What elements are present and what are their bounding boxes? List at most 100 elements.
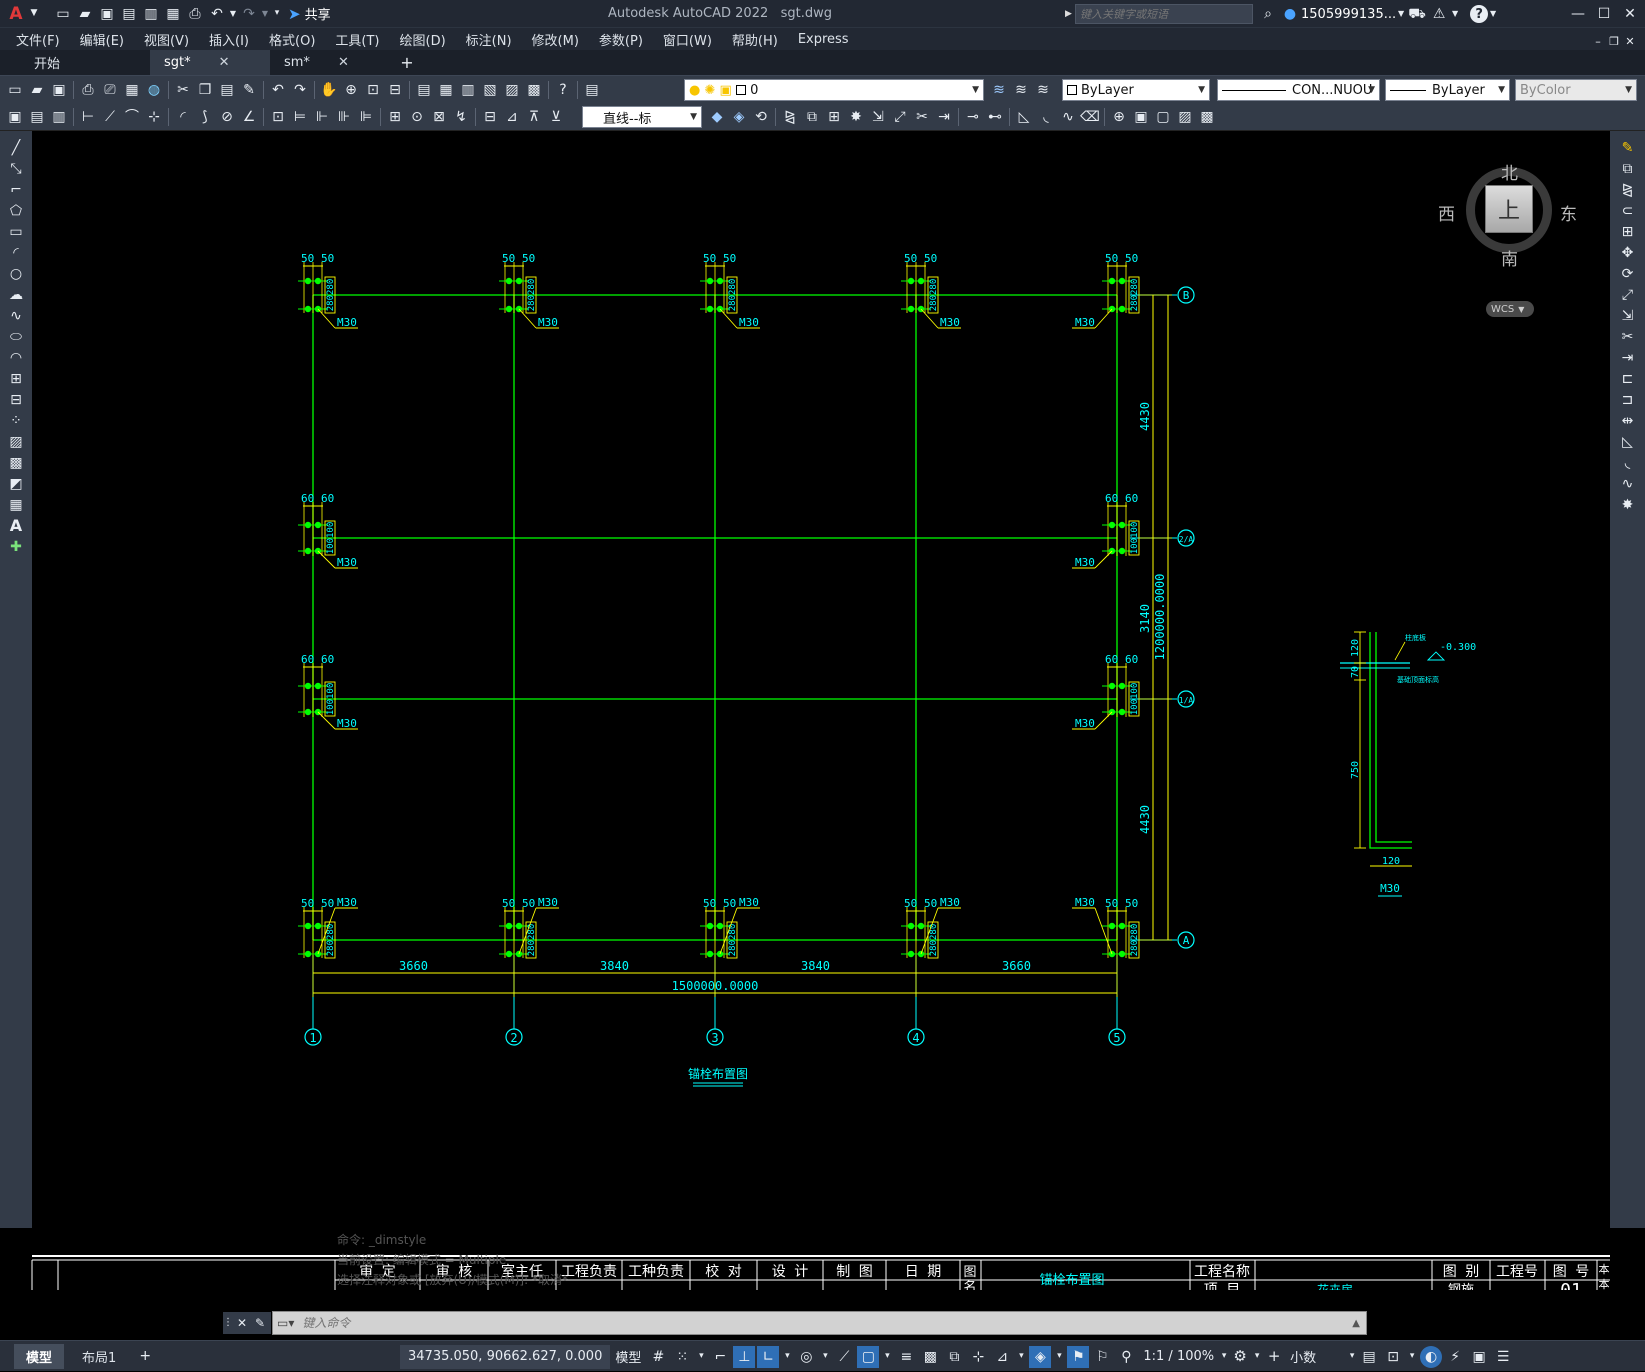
dynamic-ucs-icon[interactable]: ⊿ xyxy=(991,1346,1013,1368)
workspace-gear-icon[interactable]: ⚙ xyxy=(1229,1346,1251,1368)
offset-icon[interactable]: ⊂ xyxy=(1617,201,1639,221)
dim-linear-icon[interactable]: ⊢ xyxy=(77,106,99,128)
menu-item[interactable]: 视图(V) xyxy=(134,30,199,49)
copy-icon[interactable]: ⧉ xyxy=(1617,159,1639,179)
tab-sm[interactable]: sm* ✕ xyxy=(270,50,390,75)
connect-dropdown-icon[interactable]: ▼ xyxy=(1450,3,1460,25)
anchor-bolt-group[interactable]: 50 50280280M30 xyxy=(1072,896,1140,959)
bay-dimension[interactable]: 3660 xyxy=(399,959,428,973)
undo-dropdown-icon[interactable]: ▼ xyxy=(228,3,238,25)
lineweight-dropdown[interactable]: ByLayer ▼ xyxy=(1385,79,1510,101)
circle-icon[interactable]: ○ xyxy=(5,264,27,284)
hatch-icon[interactable]: ▨ xyxy=(5,432,27,452)
anchor-bolt[interactable] xyxy=(1118,521,1126,529)
anchor-bolt[interactable] xyxy=(917,922,925,930)
save-icon[interactable]: ▣ xyxy=(48,79,70,101)
customization-icon[interactable]: ☰ xyxy=(1492,1346,1514,1368)
undo-icon[interactable]: ↶ xyxy=(206,3,228,25)
layer-properties-icon[interactable]: ▤ xyxy=(581,79,603,101)
arc-icon[interactable]: ◜ xyxy=(5,243,27,263)
customize-wrench-icon[interactable]: ✎ xyxy=(251,1312,269,1334)
anchor-bolt[interactable] xyxy=(314,682,322,690)
blend-icon[interactable]: ∿ xyxy=(1057,106,1079,128)
rectangle-icon[interactable]: ▭ xyxy=(5,222,27,242)
trim-icon[interactable]: ✂ xyxy=(911,106,933,128)
polygon-icon[interactable]: ⬠ xyxy=(5,201,27,221)
bay-dimension[interactable]: 4430 xyxy=(1138,805,1152,834)
new-file-icon[interactable]: ▭ xyxy=(52,3,74,25)
anchor-bolt[interactable] xyxy=(1118,922,1126,930)
overall-dimension[interactable]: 1500000.0000 xyxy=(672,979,759,993)
move-icon[interactable]: ◆ xyxy=(706,106,728,128)
transparency-icon[interactable]: ▩ xyxy=(919,1346,941,1368)
dim-ordinate-icon[interactable]: ⊹ xyxy=(143,106,165,128)
open-from-web-icon[interactable]: ▥ xyxy=(140,3,162,25)
anchor-bolt[interactable] xyxy=(314,277,322,285)
tab-sgt[interactable]: sgt* ✕ xyxy=(150,50,270,75)
overall-dimension[interactable]: 1200000.0000 xyxy=(1153,574,1167,661)
open-file-icon[interactable]: ▰ xyxy=(74,3,96,25)
plot-icon[interactable]: ⎙ xyxy=(77,79,99,101)
erase-icon[interactable]: ⌫ xyxy=(1079,106,1101,128)
anchor-bolt-group[interactable]: 60 60 100100 M30 xyxy=(1072,492,1140,569)
quick-properties-icon[interactable]: ▤ xyxy=(1358,1346,1380,1368)
mirror-icon[interactable]: ⧎ xyxy=(779,106,801,128)
scale-dropdown-icon[interactable]: ▾ xyxy=(1219,1346,1229,1368)
cart-icon[interactable]: ⛟ xyxy=(1406,3,1428,25)
mtext-icon[interactable]: A xyxy=(5,516,27,536)
color-dropdown[interactable]: ByLayer ▼ xyxy=(1062,79,1210,101)
help-icon[interactable]: ? xyxy=(1470,5,1489,23)
isodraft-icon[interactable]: ◎ xyxy=(795,1346,817,1368)
auto-scale-icon[interactable]: ⚐ xyxy=(1091,1346,1113,1368)
anchor-bolt[interactable] xyxy=(515,277,523,285)
scale-icon[interactable]: ⤢ xyxy=(889,106,911,128)
dim-diameter-icon[interactable]: ⊘ xyxy=(216,106,238,128)
osnap-dropdown-icon[interactable]: ▾ xyxy=(881,1346,893,1368)
anchor-bolt-group[interactable]: 50 50280280M30 xyxy=(700,252,760,329)
compass-south[interactable]: 南 xyxy=(1501,245,1518,270)
doc-close-icon[interactable]: ✕ xyxy=(1622,30,1638,52)
paste-icon[interactable]: ▤ xyxy=(216,79,238,101)
anchor-bolt[interactable] xyxy=(917,277,925,285)
undo-icon[interactable]: ↶ xyxy=(267,79,289,101)
anchor-bolt[interactable] xyxy=(716,922,724,930)
region-icon[interactable]: ◩ xyxy=(5,474,27,494)
group-icon[interactable]: ▣ xyxy=(1130,106,1152,128)
maximize-icon[interactable]: ☐ xyxy=(1591,3,1617,25)
polar-icon[interactable]: ∟ xyxy=(757,1345,780,1368)
otrack-icon[interactable]: ⟋ xyxy=(833,1346,855,1368)
anchor-bolt[interactable] xyxy=(314,521,322,529)
menu-item[interactable]: 绘图(D) xyxy=(390,30,456,49)
save-icon[interactable]: ▣ xyxy=(96,3,118,25)
snap-mode-icon[interactable]: ⁙ xyxy=(671,1346,693,1368)
3d-osnap-icon[interactable]: ⊹ xyxy=(967,1346,989,1368)
user-dropdown-icon[interactable]: ▼ xyxy=(1396,3,1406,25)
selection-cycling-icon[interactable]: ⧉ xyxy=(943,1346,965,1368)
anchor-bolt-group[interactable]: 50 50280280M30 xyxy=(1072,252,1140,329)
dim-space-icon[interactable]: ⊪ xyxy=(333,106,355,128)
coordinates-readout[interactable]: 34735.050, 90662.627, 0.000 xyxy=(400,1344,611,1369)
tolerance-icon[interactable]: ⊞ xyxy=(384,106,406,128)
workspace-dropdown-icon[interactable]: ▾ xyxy=(1251,1346,1263,1368)
lock-ui-dropdown-icon[interactable]: ▾ xyxy=(1406,1346,1418,1368)
search-icon[interactable]: ⌕ xyxy=(1257,3,1279,25)
compass-west[interactable]: 西 xyxy=(1438,200,1455,225)
anchor-detail[interactable]: 120 70 750 120 柱底板基础顶面标高 -0.300 M30 xyxy=(1340,631,1476,897)
snap-dropdown-icon[interactable]: ▾ xyxy=(695,1346,707,1368)
anchor-bolt-group[interactable]: 50 50280280M30 xyxy=(499,896,559,959)
line-icon[interactable]: ╱ xyxy=(5,138,27,158)
dim-aligned-icon[interactable]: ⟋ xyxy=(99,106,121,128)
compass-north[interactable]: 北 xyxy=(1501,159,1518,184)
ellipse-icon[interactable]: ⬭ xyxy=(5,327,27,347)
copy-icon[interactable]: ❐ xyxy=(194,79,216,101)
viewcube[interactable]: 上 北 南 西 东 WCS ▼ xyxy=(1438,159,1577,317)
dim-update-icon[interactable]: ⊼ xyxy=(523,106,545,128)
array-icon[interactable]: ⊞ xyxy=(823,106,845,128)
viewcube-top-face[interactable]: 上 xyxy=(1485,185,1533,233)
anchor-bolt-group[interactable]: 50 50280280M30 xyxy=(499,252,559,329)
menu-item[interactable]: 帮助(H) xyxy=(722,30,788,49)
anchor-bolt-group[interactable]: 50 50280280M30 xyxy=(700,896,760,959)
point-icon[interactable]: ⁘ xyxy=(5,411,27,431)
ortho-icon[interactable]: ⊥ xyxy=(733,1345,756,1368)
infer-icon[interactable]: ⌐ xyxy=(709,1346,731,1368)
